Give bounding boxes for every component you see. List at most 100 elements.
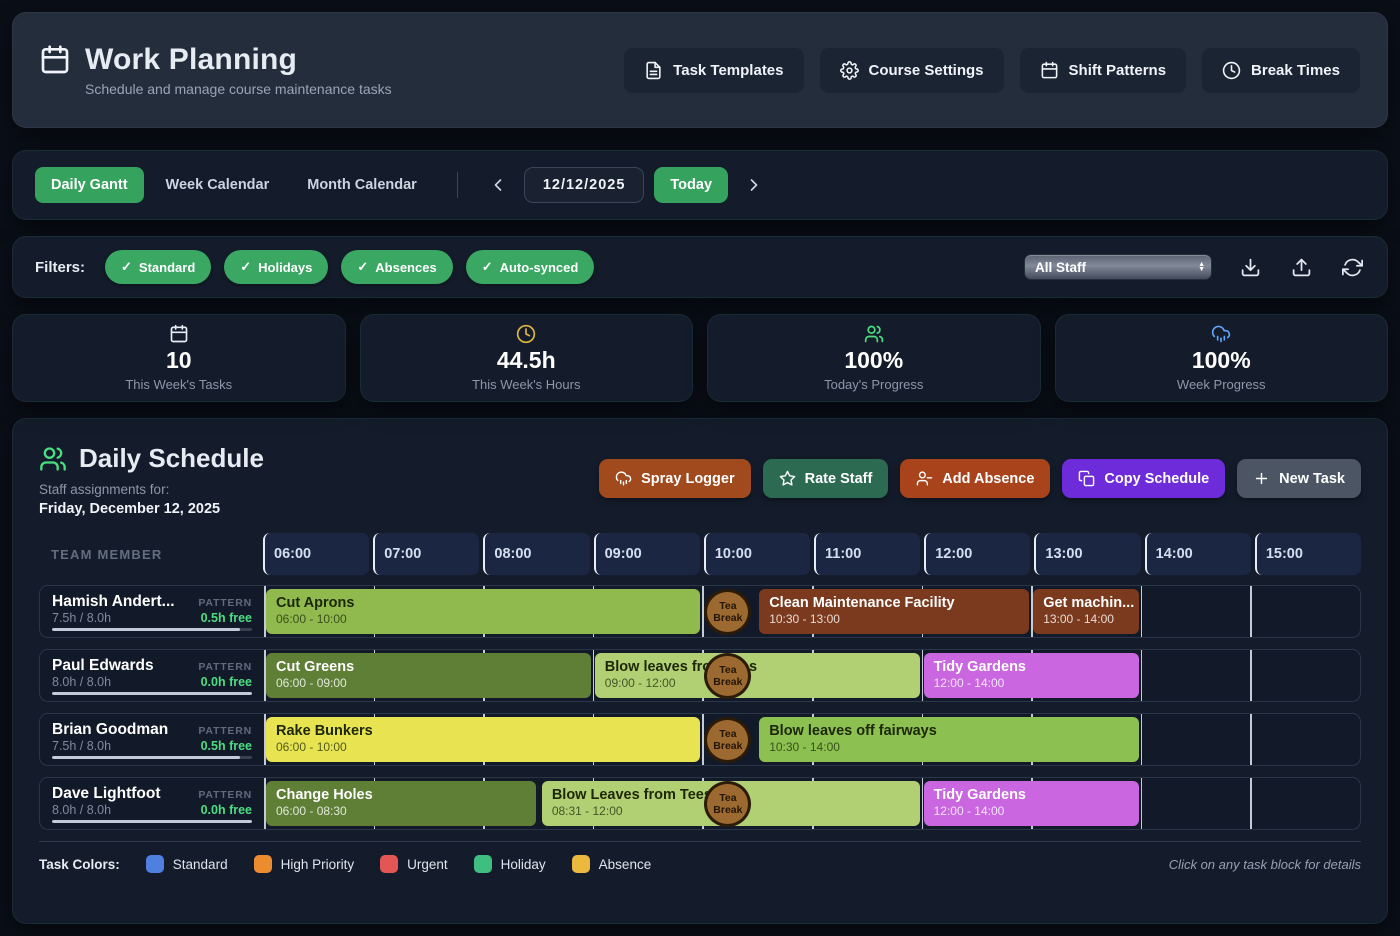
- tea-break-badge[interactable]: TeaBreak: [704, 589, 751, 635]
- tab-week-calendar[interactable]: Week Calendar: [150, 167, 286, 203]
- task-title: Tidy Gardens: [934, 787, 1129, 803]
- break-times-button[interactable]: Break Times: [1201, 47, 1361, 94]
- filter-pill-holidays[interactable]: ✓Holidays: [224, 250, 328, 284]
- date-input[interactable]: 12/12/2025: [524, 167, 645, 203]
- task-block-tidy-gardens[interactable]: Tidy Gardens12:00 - 14:00: [924, 653, 1139, 698]
- prev-day-button[interactable]: [482, 169, 514, 201]
- stat-label: This Week's Hours: [472, 377, 580, 392]
- filter-pill-auto-synced[interactable]: ✓Auto-synced: [466, 250, 595, 284]
- chevron-left-icon: [488, 175, 508, 195]
- today-button[interactable]: Today: [654, 167, 728, 203]
- task-time: 06:00 - 08:30: [276, 804, 526, 818]
- member-pattern-label: PATTERN: [198, 661, 252, 673]
- task-block-blow-leaves-off-fairways[interactable]: Blow leaves off fairways10:30 - 14:00: [759, 717, 1139, 762]
- stat-label: Today's Progress: [824, 377, 923, 392]
- star-icon: [779, 470, 796, 487]
- filters-right-group: All Staff ▲▼: [1024, 254, 1365, 280]
- legend-item-label: Holiday: [501, 857, 546, 872]
- rate-staff-button[interactable]: Rate Staff: [763, 459, 889, 498]
- hour-header-1500: 15:00: [1255, 533, 1361, 575]
- pill-label: Auto-synced: [500, 260, 579, 275]
- toolbar-divider: [457, 172, 458, 198]
- task-title: Cut Aprons: [276, 595, 690, 611]
- staff-select-value: All Staff: [1035, 260, 1086, 275]
- button-label: Spray Logger: [641, 471, 734, 487]
- tab-month-calendar[interactable]: Month Calendar: [291, 167, 433, 203]
- refresh-button[interactable]: [1340, 255, 1365, 280]
- task-time: 06:00 - 10:00: [276, 612, 690, 626]
- check-icon: ✓: [357, 259, 368, 275]
- row-timeline: Change Holes06:00 - 08:30Blow Leaves fro…: [264, 778, 1360, 829]
- task-block-clean-maintenance-facility[interactable]: Clean Maintenance Facility10:30 - 13:00: [759, 589, 1029, 634]
- member-hours: 7.5h / 8.0h: [52, 739, 111, 753]
- task-time: 12:00 - 14:00: [934, 676, 1129, 690]
- stat-card-this-week-s-hours: 44.5hThis Week's Hours: [360, 314, 694, 402]
- tea-break-badge[interactable]: TeaBreak: [704, 717, 751, 763]
- hour-header-0600: 06:00: [263, 533, 369, 575]
- pill-label: Standard: [139, 260, 195, 275]
- member-panel: Dave LightfootPATTERN8.0h / 8.0h0.0h fre…: [40, 778, 264, 829]
- break-label-line2: Break: [713, 612, 742, 624]
- filters-bar: Filters: ✓Standard✓Holidays✓Absences✓Aut…: [12, 236, 1388, 298]
- refresh-icon: [1342, 257, 1363, 278]
- users-icon: [864, 324, 884, 344]
- legend-swatch: [254, 855, 272, 873]
- hour-gridline: [1250, 778, 1252, 829]
- member-hours: 7.5h / 8.0h: [52, 611, 111, 625]
- filters-label: Filters:: [35, 259, 85, 276]
- legend-hint: Click on any task block for details: [1169, 857, 1361, 872]
- break-label-line2: Break: [713, 676, 742, 688]
- upload-button[interactable]: [1289, 255, 1314, 280]
- header-button-group: Task Templates Course Settings Shift Patte…: [623, 47, 1361, 94]
- button-label: Task Templates: [673, 62, 783, 79]
- hour-header-0800: 08:00: [483, 533, 589, 575]
- download-icon: [1240, 257, 1261, 278]
- task-time: 12:00 - 14:00: [934, 804, 1129, 818]
- chevron-right-icon: [744, 175, 764, 195]
- member-progress-bar: [52, 820, 252, 823]
- next-day-button[interactable]: [738, 169, 770, 201]
- task-block-cut-aprons[interactable]: Cut Aprons06:00 - 10:00: [266, 589, 700, 634]
- filter-pill-absences[interactable]: ✓Absences: [341, 250, 452, 284]
- filter-pill-standard[interactable]: ✓Standard: [105, 250, 211, 284]
- row-timeline: Rake Bunkers06:00 - 10:00 Blow leaves off…: [264, 714, 1360, 765]
- tea-break-badge[interactable]: TeaBreak: [704, 653, 751, 699]
- legend-item-standard: Standard: [146, 855, 228, 873]
- task-block-blow-leaves-from-tees[interactable]: Blow leaves from tees09:00 - 12:00: [595, 653, 920, 698]
- hour-gridline: [1141, 778, 1143, 829]
- task-block-rake-bunkers[interactable]: Rake Bunkers06:00 - 10:00: [266, 717, 700, 762]
- task-block-cut-greens[interactable]: Cut Greens06:00 - 09:00: [266, 653, 591, 698]
- filter-pill-group: ✓Standard✓Holidays✓Absences✓Auto-synced: [105, 250, 594, 284]
- hour-header-1400: 14:00: [1145, 533, 1251, 575]
- schedule-date: Friday, December 12, 2025: [39, 501, 264, 517]
- task-block-get-machin[interactable]: Get machin...13:00 - 14:00: [1033, 589, 1139, 634]
- schedule-title: Daily Schedule: [79, 443, 264, 474]
- button-label: Copy Schedule: [1104, 471, 1209, 487]
- member-progress-bar: [52, 756, 252, 759]
- calendar-icon: [39, 44, 71, 76]
- stat-card-today-s-progress: 100%Today's Progress: [707, 314, 1041, 402]
- copy-schedule-button[interactable]: Copy Schedule: [1062, 459, 1225, 498]
- tab-daily-gantt[interactable]: Daily Gantt: [35, 167, 144, 203]
- break-label-line1: Tea: [719, 792, 736, 804]
- break-label-line2: Break: [713, 740, 742, 752]
- task-title: Clean Maintenance Facility: [769, 595, 1019, 611]
- legend-bar: Task Colors: StandardHigh PriorityUrgent…: [39, 841, 1361, 873]
- spray-logger-button[interactable]: Spray Logger: [599, 459, 750, 498]
- task-templates-button[interactable]: Task Templates: [623, 47, 804, 94]
- task-block-tidy-gardens[interactable]: Tidy Gardens12:00 - 14:00: [924, 781, 1139, 826]
- legend-swatch: [146, 855, 164, 873]
- task-time: 06:00 - 10:00: [276, 740, 690, 754]
- hour-header-1200: 12:00: [924, 533, 1030, 575]
- new-task-button[interactable]: New Task: [1237, 459, 1361, 498]
- add-absence-button[interactable]: Add Absence: [900, 459, 1050, 498]
- download-button[interactable]: [1238, 255, 1263, 280]
- shift-patterns-button[interactable]: Shift Patterns: [1019, 47, 1188, 94]
- member-progress-bar: [52, 692, 252, 695]
- task-block-change-holes[interactable]: Change Holes06:00 - 08:30: [266, 781, 536, 826]
- task-title: Change Holes: [276, 787, 526, 803]
- button-label: Shift Patterns: [1069, 62, 1167, 79]
- course-settings-button[interactable]: Course Settings: [819, 47, 1005, 94]
- staff-select[interactable]: All Staff ▲▼: [1024, 254, 1212, 280]
- tea-break-badge[interactable]: TeaBreak: [704, 781, 751, 827]
